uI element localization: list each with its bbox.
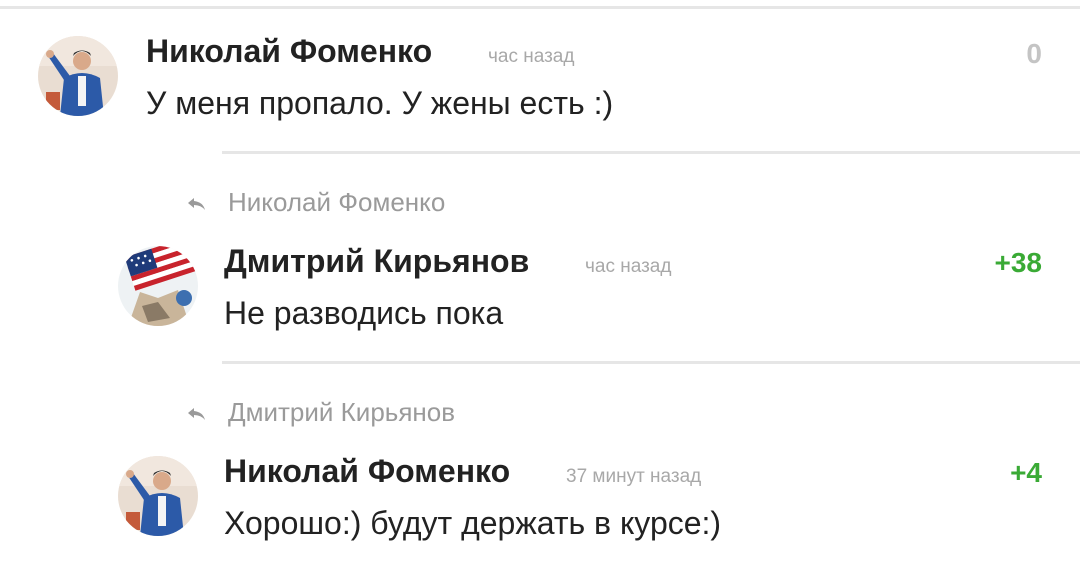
- comment-text: Хорошо:) будут держать в курсе:): [224, 505, 722, 541]
- reply-arrow-icon: [188, 198, 205, 210]
- reply-to-author[interactable]: Николай Фоменко: [228, 187, 445, 218]
- avatar[interactable]: [38, 36, 118, 116]
- reply-divider: [222, 151, 1080, 154]
- comment-score: +38: [994, 247, 1043, 278]
- avatar[interactable]: [118, 456, 198, 536]
- comment-score: 0: [1026, 38, 1042, 69]
- comment-text: Не разводись пока: [224, 295, 504, 331]
- reply-to-author[interactable]: Дмитрий Кирьянов: [228, 397, 455, 428]
- comment-timestamp: 37 минут назад: [566, 466, 702, 487]
- reply-divider: [222, 361, 1080, 364]
- top-divider: [0, 6, 1080, 9]
- comment-timestamp: час назад: [488, 46, 575, 67]
- comment-text: У меня пропало. У жены есть :): [146, 85, 614, 121]
- comment-timestamp: час назад: [585, 256, 672, 277]
- avatar[interactable]: [118, 246, 198, 326]
- flag-avatar-icon: [118, 246, 198, 326]
- man-avatar-icon: [38, 36, 118, 116]
- reply-arrow-icon: [188, 408, 205, 420]
- comment-author[interactable]: Дмитрий Кирьянов: [224, 243, 529, 280]
- comment-author[interactable]: Николай Фоменко: [146, 33, 432, 70]
- man-avatar-icon: [118, 456, 198, 536]
- comment-score: +4: [1010, 457, 1042, 488]
- comment-author[interactable]: Николай Фоменко: [224, 453, 510, 490]
